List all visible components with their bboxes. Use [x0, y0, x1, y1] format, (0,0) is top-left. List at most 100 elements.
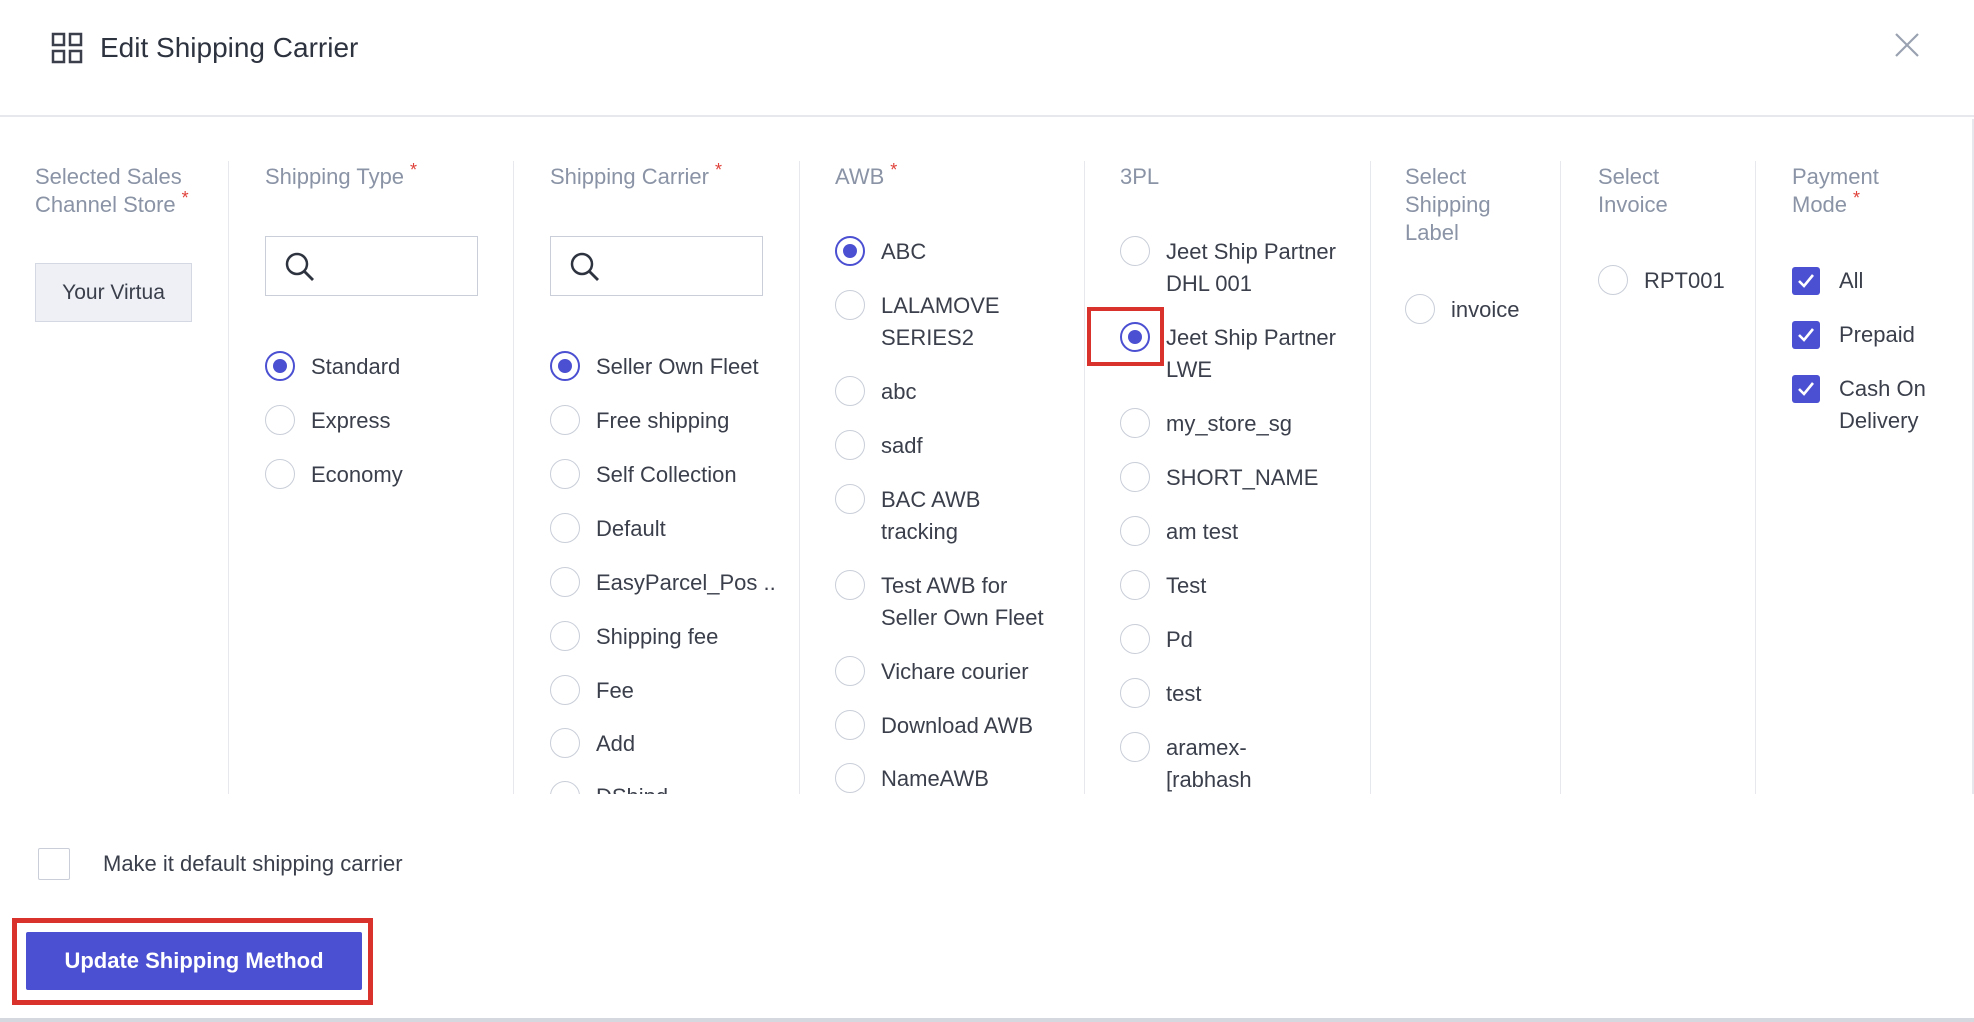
radio-button[interactable] — [265, 405, 295, 435]
payment-mode-option[interactable]: Cash On Delivery — [1792, 373, 1972, 437]
shipping-carrier-option[interactable]: Default — [550, 513, 666, 545]
radio-button[interactable] — [550, 728, 580, 758]
shipping-carrier-option[interactable]: DShipd — [550, 781, 668, 794]
3pl-option[interactable]: Pd — [1120, 624, 1340, 656]
column-divider — [1370, 161, 1371, 794]
awb-option[interactable]: Test AWB for Seller Own Fleet — [835, 570, 1050, 634]
radio-button[interactable] — [550, 351, 580, 381]
column-divider — [228, 161, 229, 794]
radio-button[interactable] — [835, 236, 865, 266]
default-carrier-checkbox-row[interactable]: Make it default shipping carrier — [38, 848, 403, 880]
column-divider — [799, 161, 800, 794]
sales-channel-heading: Selected Sales Channel Store * — [35, 164, 189, 217]
store-button[interactable]: Your Virtua — [35, 263, 192, 322]
radio-button[interactable] — [550, 675, 580, 705]
radio-button[interactable] — [835, 484, 865, 514]
default-carrier-label: Make it default shipping carrier — [103, 851, 403, 876]
update-shipping-method-button[interactable]: Update Shipping Method — [26, 932, 362, 990]
checkbox[interactable] — [1792, 375, 1820, 403]
selected-3pl-highlight — [1087, 307, 1164, 366]
awb-heading: AWB * — [835, 160, 898, 189]
radio-button[interactable] — [835, 570, 865, 600]
shipping-carrier-option[interactable]: Seller Own Fleet — [550, 351, 759, 383]
shipping-label-heading: Select Shipping Label — [1405, 164, 1491, 245]
dialog-header: Edit Shipping Carrier — [0, 0, 1974, 117]
3pl-option[interactable]: Test — [1120, 570, 1340, 602]
radio-button[interactable] — [265, 459, 295, 489]
column-divider — [1560, 161, 1561, 794]
awb-option[interactable]: Download AWB — [835, 710, 1050, 742]
carrier-form-columns: Selected Sales Channel Store * Your Virtu… — [0, 119, 1974, 794]
awb-option[interactable]: BAC AWB tracking — [835, 484, 1050, 548]
required-mark: * — [181, 188, 189, 208]
check-icon — [1798, 382, 1815, 396]
radio-button[interactable] — [835, 290, 865, 320]
radio-button[interactable] — [1120, 570, 1150, 600]
shipping-carrier-option[interactable]: Add — [550, 728, 635, 760]
shipping-type-heading: Shipping Type * — [265, 160, 418, 189]
radio-button[interactable] — [1120, 516, 1150, 546]
radio-button[interactable] — [835, 376, 865, 406]
column-divider — [513, 161, 514, 794]
shipping-type-option[interactable]: Economy — [265, 459, 403, 491]
invoice-heading: Select Invoice — [1598, 164, 1668, 217]
bottom-border — [0, 1018, 1974, 1022]
checkbox[interactable] — [1792, 321, 1820, 349]
shipping-carrier-option[interactable]: EasyParcel_Pos .. — [550, 567, 776, 599]
radio-button[interactable] — [835, 656, 865, 686]
check-icon — [1798, 328, 1815, 342]
radio-button[interactable] — [550, 459, 580, 489]
radio-button[interactable] — [550, 405, 580, 435]
dialog-title: Edit Shipping Carrier — [100, 32, 359, 63]
payment-mode-option[interactable]: Prepaid — [1792, 319, 1915, 351]
awb-option[interactable]: Vichare courier — [835, 656, 1050, 688]
shipping-label-option[interactable]: invoice — [1405, 294, 1519, 326]
grid-icon — [51, 32, 83, 64]
checkbox[interactable] — [1792, 267, 1820, 295]
radio-button[interactable] — [550, 621, 580, 651]
3pl-option[interactable]: aramex-[rabhash — [1120, 732, 1300, 794]
radio-button[interactable] — [550, 513, 580, 543]
radio-button[interactable] — [550, 781, 580, 794]
3pl-heading: 3PL — [1120, 164, 1160, 189]
radio-button[interactable] — [1120, 236, 1150, 266]
default-carrier-checkbox[interactable] — [38, 848, 70, 880]
awb-option[interactable]: sadf — [835, 430, 1050, 462]
radio-button[interactable] — [1120, 462, 1150, 492]
awb-option[interactable]: abc — [835, 376, 1050, 408]
shipping-carrier-option[interactable]: Shipping fee — [550, 621, 718, 653]
shipping-carrier-search-input[interactable] — [550, 236, 763, 296]
3pl-option[interactable]: am test — [1120, 516, 1340, 548]
radio-button[interactable] — [1120, 624, 1150, 654]
shipping-type-option[interactable]: Standard — [265, 351, 400, 383]
radio-button[interactable] — [1120, 678, 1150, 708]
radio-button[interactable] — [1598, 265, 1628, 295]
column-divider — [1084, 161, 1085, 794]
radio-button[interactable] — [1120, 732, 1150, 762]
radio-button[interactable] — [835, 710, 865, 740]
radio-button[interactable] — [1120, 408, 1150, 438]
radio-button[interactable] — [265, 351, 295, 381]
radio-button[interactable] — [1405, 294, 1435, 324]
shipping-carrier-option[interactable]: Self Collection — [550, 459, 737, 491]
awb-option[interactable]: NameAWB — [835, 763, 1050, 794]
3pl-option[interactable]: my_store_sg — [1120, 408, 1340, 440]
shipping-type-option[interactable]: Express — [265, 405, 390, 437]
column-divider — [1755, 161, 1756, 794]
3pl-option[interactable]: Jeet Ship Partner DHL 001 — [1120, 236, 1340, 300]
close-icon[interactable] — [1892, 30, 1922, 60]
shipping-type-search-input[interactable] — [265, 236, 478, 296]
shipping-carrier-option[interactable]: Fee — [550, 675, 634, 707]
required-mark: * — [714, 160, 722, 180]
awb-option[interactable]: LALAMOVE SERIES2 — [835, 290, 1050, 354]
radio-button[interactable] — [835, 763, 865, 793]
radio-button[interactable] — [550, 567, 580, 597]
3pl-option[interactable]: SHORT_NAME — [1120, 462, 1340, 494]
radio-button[interactable] — [835, 430, 865, 460]
awb-option[interactable]: ABC — [835, 236, 1050, 268]
3pl-option[interactable]: test — [1120, 678, 1340, 710]
invoice-option[interactable]: RPT001 — [1598, 265, 1725, 297]
payment-mode-option[interactable]: All — [1792, 265, 1863, 297]
shipping-carrier-option[interactable]: Free shipping — [550, 405, 729, 437]
check-icon — [1798, 274, 1815, 288]
